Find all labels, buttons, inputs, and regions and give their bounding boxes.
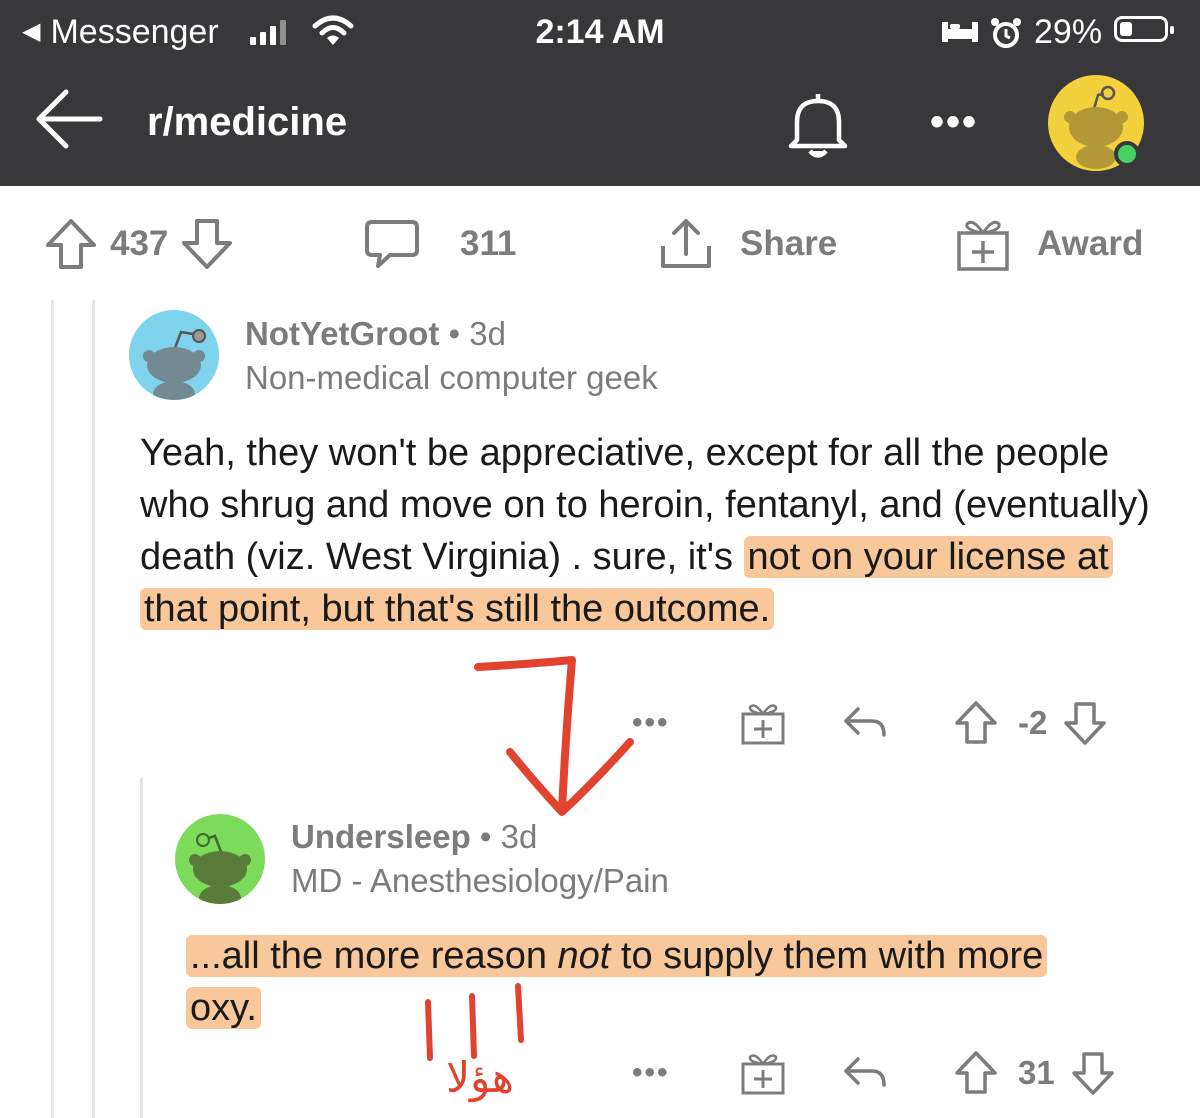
comment-actions: ••• 31 [632, 1050, 1115, 1096]
comment-count: 311 [460, 224, 517, 263]
meta-separator: • [448, 315, 461, 352]
arabic-scribble-text: هؤلا [446, 1053, 514, 1102]
comment-age: 3d [469, 315, 506, 352]
upvote-arrow-icon[interactable] [954, 1050, 998, 1096]
comment-author-line: NotYetGroot • 3d [245, 314, 506, 354]
upvote-arrow-icon[interactable] [44, 217, 98, 271]
comment-more-button[interactable]: ••• [632, 706, 740, 740]
comment-score: 31 [1018, 1054, 1055, 1091]
comment-body: Yeah, they won't be appreciative, except… [140, 427, 1160, 635]
gift-award-icon[interactable] [740, 1050, 786, 1096]
snoo-avatar-icon [189, 833, 251, 904]
downvote-arrow-icon[interactable] [1071, 1050, 1115, 1096]
share-icon [661, 219, 711, 268]
award-button[interactable]: Award [955, 218, 1144, 271]
comment-username[interactable]: NotYetGroot [245, 315, 439, 352]
reply-arrow-icon[interactable] [842, 1053, 888, 1093]
comments-button[interactable]: 311 [364, 218, 516, 270]
comment-username[interactable]: Undersleep [291, 818, 471, 855]
comment-actions: ••• -2 [632, 700, 1107, 746]
downvote-arrow-icon[interactable] [180, 217, 234, 271]
comment-bubble-icon [365, 220, 419, 268]
post-score: 437 [110, 224, 169, 263]
highlighted-text: ...all the more reason not to supply the… [186, 935, 1048, 1029]
commenter-avatar[interactable] [129, 310, 219, 400]
meta-separator: • [479, 818, 492, 855]
upvote-arrow-icon[interactable] [954, 700, 998, 746]
bell-icon[interactable] [783, 88, 853, 160]
user-flair: Non-medical computer geek [245, 359, 658, 396]
user-flair: MD - Anesthesiology/Pain [291, 862, 669, 899]
more-options-button[interactable]: ••• [930, 102, 978, 142]
alarm-icon [991, 18, 1021, 48]
gift-award-icon[interactable] [740, 700, 786, 746]
battery-icon [1114, 16, 1174, 42]
sleep-mode-icon [942, 22, 978, 42]
share-label: Share [740, 224, 838, 263]
thread-line-level2 [92, 300, 95, 1118]
downvote-arrow-icon[interactable] [1063, 700, 1107, 746]
thread-line-outer [51, 300, 54, 1118]
app-header: ◀ Messenger 2:14 AM 29% r/medicine ••• [0, 0, 1200, 186]
comment-body: ...all the more reason not to supply the… [186, 930, 1096, 1034]
online-status-dot [1114, 141, 1140, 167]
gift-award-icon [957, 220, 1009, 271]
thread-line-level3 [140, 778, 143, 1118]
commenter-avatar[interactable] [175, 814, 265, 904]
hand-drawn-arrow-icon [474, 656, 634, 816]
comment-text: ...all the more reason [190, 935, 558, 977]
share-button[interactable]: Share [658, 218, 837, 270]
comment-score: -2 [1018, 704, 1048, 741]
snoo-avatar-icon [143, 329, 206, 400]
battery-percent: 29% [1034, 13, 1103, 51]
comment-author-line: Undersleep • 3d [291, 817, 537, 857]
back-arrow-icon[interactable] [34, 84, 104, 154]
award-label: Award [1037, 224, 1144, 263]
emphasized-word: not [557, 935, 611, 977]
reply-arrow-icon[interactable] [842, 703, 888, 743]
comment-age: 3d [500, 818, 538, 855]
post-vote-bar: 437 [44, 218, 234, 270]
subreddit-title[interactable]: r/medicine [147, 98, 347, 146]
comment-more-button[interactable]: ••• [632, 1056, 740, 1090]
